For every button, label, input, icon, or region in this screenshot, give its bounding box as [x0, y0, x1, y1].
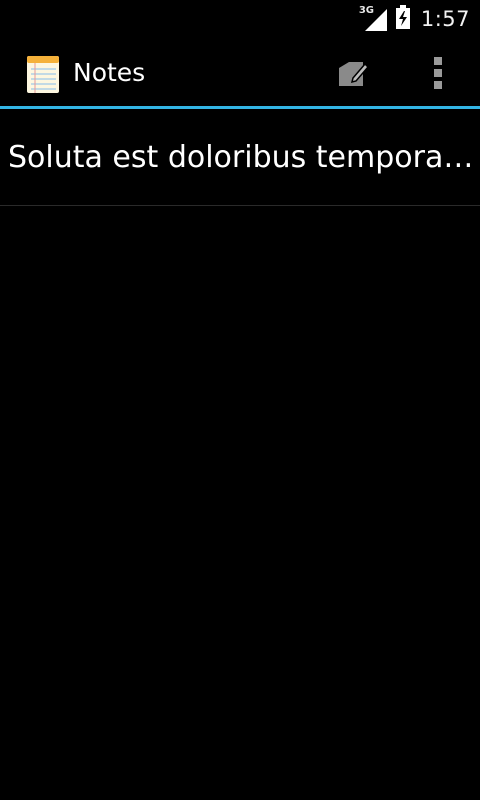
note-title: Soluta est doloribus tempora c…	[8, 140, 480, 175]
notepad-icon[interactable]	[26, 54, 60, 94]
overflow-menu-icon	[434, 57, 442, 89]
new-note-button[interactable]	[330, 50, 376, 96]
battery-charging-icon	[395, 5, 411, 33]
app-title: Notes	[73, 58, 146, 87]
note-list-item[interactable]: Soluta est doloribus tempora c…	[0, 109, 480, 206]
signal-icon: 3G	[359, 5, 387, 31]
new-note-icon	[339, 62, 369, 86]
status-bar: 3G 1:57	[0, 0, 480, 38]
overflow-menu-button[interactable]	[416, 50, 460, 96]
note-list: Soluta est doloribus tempora c…	[0, 109, 480, 206]
status-icons: 3G 1:57	[359, 0, 470, 38]
action-bar: Notes	[0, 38, 480, 109]
status-clock: 1:57	[420, 7, 470, 31]
